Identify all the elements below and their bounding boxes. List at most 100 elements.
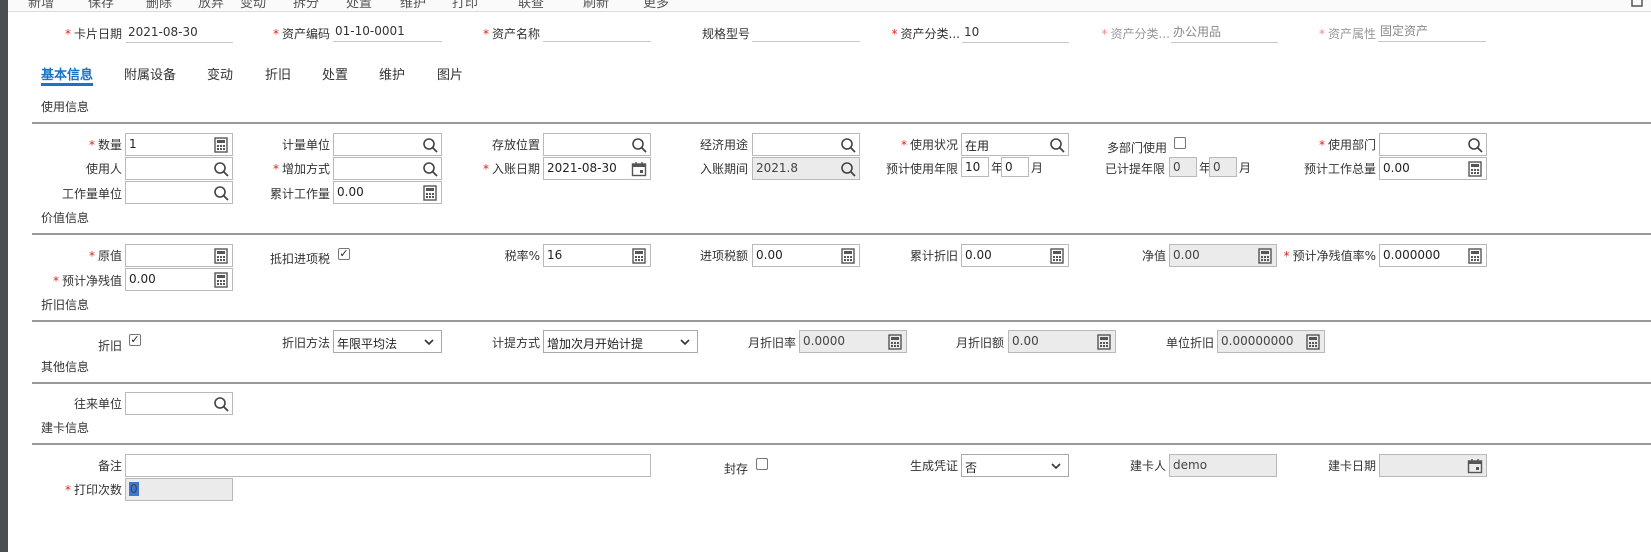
accrued-months-input: 0 (1209, 157, 1237, 177)
search-icon[interactable] (422, 137, 438, 153)
tax-rate-input[interactable]: 16 (543, 244, 651, 267)
original-value-label: * 原值 (88, 249, 122, 263)
search-icon[interactable] (840, 137, 856, 153)
unit-input[interactable] (333, 133, 442, 156)
add-method-input[interactable] (333, 157, 442, 180)
toolbar-dispose-button[interactable]: 处置 (346, 0, 372, 11)
tab-depreciation[interactable]: 折旧 (265, 64, 291, 86)
dep-method-label: 折旧方法 (281, 336, 330, 350)
cum-work-input[interactable]: 0.00 (333, 181, 442, 204)
search-icon[interactable] (213, 396, 229, 412)
add-method-label: * 增加方式 (272, 162, 330, 176)
voucher-select[interactable]: 否 (961, 454, 1069, 477)
tab-maintenance[interactable]: 维护 (379, 64, 405, 86)
calculator-icon[interactable] (1305, 334, 1321, 350)
calculator-icon[interactable] (1096, 334, 1112, 350)
cum-dep-input[interactable]: 0.00 (961, 244, 1069, 267)
tab-attached-equipment[interactable]: 附属设备 (124, 64, 176, 86)
category-name-field: 办公用品 (1171, 23, 1278, 43)
calculator-icon[interactable] (422, 185, 438, 201)
create-date-input (1379, 454, 1487, 477)
tab-basic-info[interactable]: 基本信息 (41, 64, 94, 86)
calculator-icon[interactable] (887, 334, 903, 350)
tab-disposal[interactable]: 处置 (322, 64, 348, 86)
toolbar-new-button[interactable]: 新增 (28, 0, 54, 11)
asset-code-field[interactable]: 01-10-0001 (333, 22, 442, 42)
status-input[interactable]: 在用 (961, 133, 1069, 156)
toolbar-print-button[interactable]: 打印 (452, 0, 478, 11)
quantity-input[interactable]: 1 (125, 133, 233, 156)
accrual-method-select[interactable]: 增加次月开始计提 (543, 330, 698, 353)
calendar-icon[interactable] (1467, 458, 1483, 474)
toolbar-refresh-button[interactable]: 刷新 (583, 0, 609, 11)
dep-method-select[interactable]: 年限平均法 (333, 330, 442, 353)
user-input[interactable] (125, 157, 233, 180)
quantity-label: * 数量 (88, 138, 122, 152)
seal-checkbox[interactable] (756, 458, 768, 470)
location-input[interactable] (543, 133, 651, 156)
life-years-input[interactable]: 10 (961, 157, 989, 177)
dept-input[interactable] (1379, 133, 1487, 156)
category-code-field[interactable]: 10 (962, 23, 1069, 43)
input-tax-input[interactable]: 0.00 (752, 244, 860, 267)
asset-name-field[interactable] (543, 22, 651, 42)
calculator-icon[interactable] (1257, 248, 1273, 264)
toolbar-save-button[interactable]: 保存 (88, 0, 114, 11)
toolbar-more-button[interactable]: 更多 (643, 0, 669, 11)
search-icon[interactable] (422, 161, 438, 177)
tab-change[interactable]: 变动 (207, 64, 233, 86)
input-tax-label: 进项税额 (699, 249, 748, 263)
attribute-field: 固定资产 (1378, 22, 1486, 42)
creator-input: demo (1169, 454, 1277, 477)
toolbar-delete-button[interactable]: 删除 (146, 0, 172, 11)
tab-picture[interactable]: 图片 (437, 64, 463, 86)
total-work-input[interactable]: 0.00 (1379, 157, 1487, 180)
calculator-icon[interactable] (631, 248, 647, 264)
life-label: 预计使用年限 (885, 162, 958, 176)
card-date-field[interactable]: 2021-08-30 (126, 23, 233, 43)
toolbar-discard-button[interactable]: 放弃 (198, 0, 224, 11)
asset-name-label: * 资产名称 (482, 27, 540, 41)
depreciation-checkbox[interactable]: ✓ (129, 334, 141, 346)
search-icon[interactable] (631, 137, 647, 153)
accrued-label: 已计提年限 (1104, 162, 1165, 176)
entry-period-input: 2021.8 (752, 157, 860, 180)
category-name-label: * 资产分类... (1101, 27, 1170, 41)
partner-input[interactable] (125, 392, 233, 415)
chevron-down-icon (424, 339, 434, 346)
calculator-icon[interactable] (1467, 248, 1483, 264)
search-icon[interactable] (213, 185, 229, 201)
toolbar-export-icon[interactable] (1631, 0, 1645, 10)
spec-field[interactable] (752, 22, 860, 42)
life-months-input[interactable]: 0 (1001, 157, 1029, 177)
calendar-icon[interactable] (631, 161, 647, 177)
multi-dept-checkbox[interactable] (1174, 137, 1186, 149)
calculator-icon[interactable] (213, 272, 229, 288)
residual-value-input[interactable]: 0.00 (125, 268, 233, 291)
chevron-down-icon (680, 339, 690, 346)
deduct-tax-checkbox[interactable]: ✓ (338, 248, 350, 260)
calculator-icon[interactable] (213, 137, 229, 153)
category-code-label: * 资产分类... (891, 27, 960, 41)
entry-date-input[interactable]: 2021-08-30 (543, 157, 651, 180)
calculator-icon[interactable] (213, 248, 229, 264)
search-icon[interactable] (213, 161, 229, 177)
user-label: 使用人 (85, 162, 122, 176)
calculator-icon[interactable] (1467, 161, 1483, 177)
calculator-icon[interactable] (840, 248, 856, 264)
search-icon[interactable] (1467, 137, 1483, 153)
deduct-tax-label: 抵扣进项税 (269, 252, 330, 266)
asset-code-label: * 资产编码 (272, 27, 330, 41)
work-unit-input[interactable] (125, 181, 233, 204)
search-icon[interactable] (1049, 137, 1065, 153)
toolbar-maintain-button[interactable]: 维护 (400, 0, 426, 11)
residual-rate-input[interactable]: 0.000000 (1379, 244, 1487, 267)
search-icon[interactable] (840, 161, 856, 177)
remark-input[interactable] (125, 454, 651, 477)
toolbar-change-button[interactable]: 变动 (240, 0, 266, 11)
toolbar-split-button[interactable]: 拆分 (293, 0, 319, 11)
original-value-input[interactable] (125, 244, 233, 267)
toolbar-query-button[interactable]: 联查 (518, 0, 544, 11)
purpose-input[interactable] (752, 133, 860, 156)
calculator-icon[interactable] (1049, 248, 1065, 264)
